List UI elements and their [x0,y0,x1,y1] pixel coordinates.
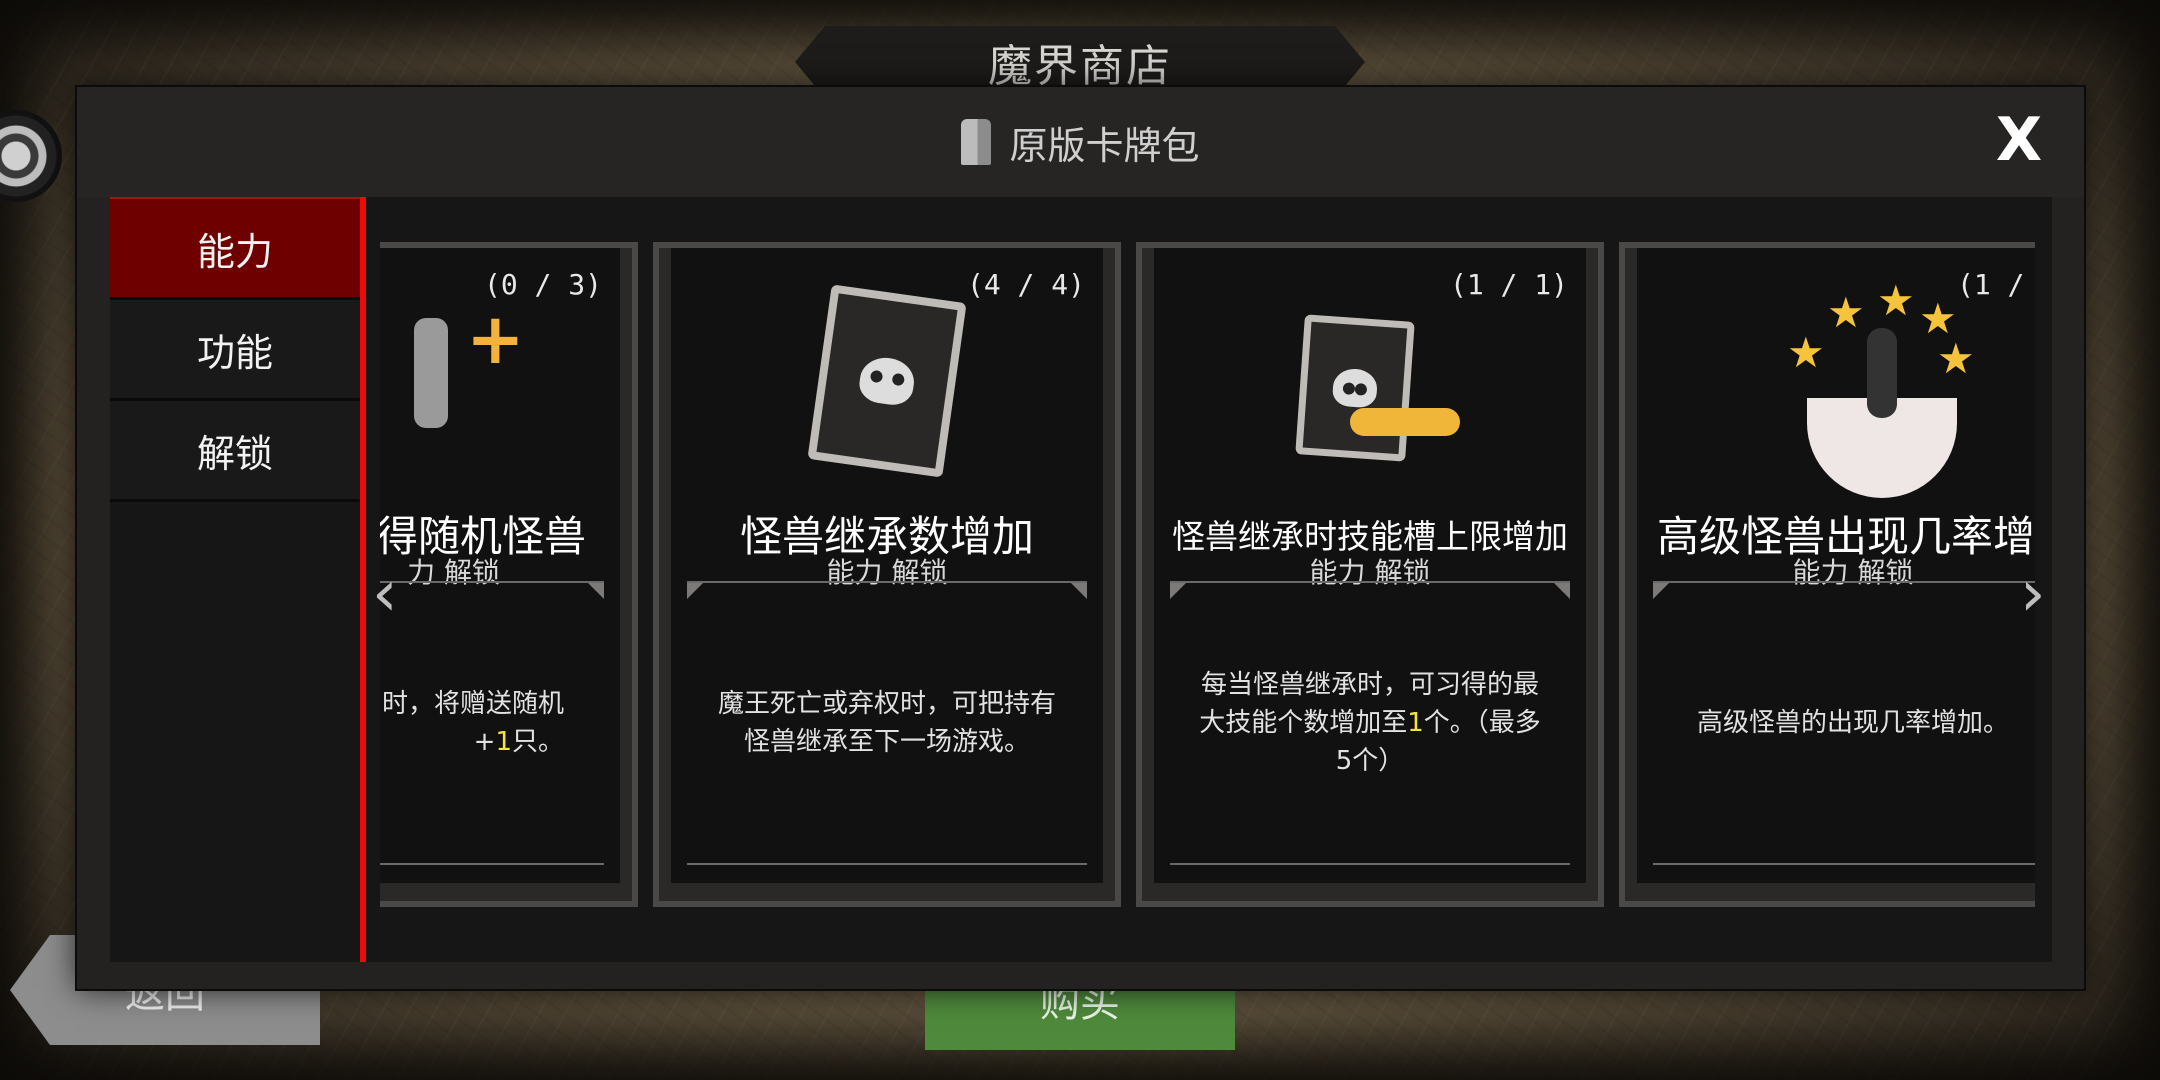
card-count: (1 / 20 [1956,268,2035,301]
monster-icon [414,318,448,428]
egg-monster-icon: ★ ★ ★ ★ ★ [1787,276,1975,498]
desc-text: 只。 [511,727,564,757]
chevron-right-icon[interactable]: › [2020,557,2046,631]
tab-function[interactable]: 功能 [110,300,360,401]
monster-icon [1867,328,1897,418]
card-count: (1 / 1) [1449,268,1568,301]
card-inner: (1 / 20 ★ ★ ★ ★ ★ 高级怪兽出现几率增加 能力 解锁 [1637,248,2035,883]
card-inner: (1 / 1) 怪兽继承时技能槽上限增加 能力 解锁 每当怪兽继承时，可习得的最… [1154,248,1586,883]
desc-highlight: 1 [1407,708,1424,738]
star-icon: ★ [1877,276,1915,325]
desc-text: 大技能个数增加至 [1199,708,1408,738]
modal-header: 原版卡牌包 [77,87,2084,197]
desc-line: 5个） [1335,746,1405,776]
chevron-left-icon[interactable]: ‹ [372,557,398,631]
tab-unlock[interactable]: 解锁 [110,401,360,502]
desc-line: 高级怪兽的出现几率增加。 [1696,708,2009,738]
desc-line: 每当怪兽继承时，可习得的最 [1200,670,1539,700]
card-description: 高级怪兽的出现几率增加。 [1653,581,2035,865]
skull-icon [857,354,917,408]
tab-ability[interactable]: 能力 [110,197,360,300]
card-pack-modal: 原版卡牌包 X 能力 功能 解锁 (0 / 3) + 得随机怪兽 力 解锁 时，… [77,87,2084,989]
modal-content: 能力 功能 解锁 (0 / 3) + 得随机怪兽 力 解锁 时，将赠送随机 +1… [110,197,2052,962]
card-description: 每当怪兽继承时，可习得的最 大技能个数增加至1个。（最多 5个） [1170,581,1570,865]
card-count: (0 / 3) [483,268,602,301]
card-scroll-icon [1280,314,1460,462]
desc-line: 怪兽继承至下一场游戏。 [743,727,1030,757]
card-count: (4 / 4) [966,268,1085,301]
pack-icon [961,119,992,165]
plus-icon: + [466,298,525,380]
skull-icon [1331,367,1379,409]
close-button[interactable]: X [1992,110,2046,170]
card-skill-slot[interactable]: (1 / 1) 怪兽继承时技能槽上限增加 能力 解锁 每当怪兽继承时，可习得的最… [1136,242,1604,907]
sidebar-separator [360,197,366,962]
card-description: 魔王死亡或弃权时，可把持有 怪兽继承至下一场游戏。 [687,581,1087,865]
card-carousel[interactable]: (0 / 3) + 得随机怪兽 力 解锁 时，将赠送随机 +1只。 (4 / 4… [380,242,2035,912]
modal-title: 原版卡牌包 [1009,123,1200,168]
card-frame-icon [807,284,967,478]
star-icon: ★ [1787,328,1825,377]
card-inner: (0 / 3) + 得随机怪兽 力 解锁 时，将赠送随机 +1只。 [380,248,620,883]
scroll-icon [1350,408,1460,436]
desc-highlight: 1 [495,727,512,757]
desc-line: 魔王死亡或弃权时，可把持有 [717,689,1056,719]
card-inherit-count[interactable]: (4 / 4) 怪兽继承数增加 能力 解锁 魔王死亡或弃权时，可把持有 怪兽继承… [653,242,1121,907]
card-high-monster-rate[interactable]: (1 / 20 ★ ★ ★ ★ ★ 高级怪兽出现几率增加 能力 解锁 [1619,242,2035,907]
card-random-monster[interactable]: (0 / 3) + 得随机怪兽 力 解锁 时，将赠送随机 +1只。 [380,242,638,907]
star-icon: ★ [1937,334,1975,383]
category-sidebar: 能力 功能 解锁 [110,197,360,962]
desc-text: 个。（最多 [1423,708,1541,738]
card-inner: (4 / 4) 怪兽继承数增加 能力 解锁 魔王死亡或弃权时，可把持有 怪兽继承… [671,248,1103,883]
desc-line: 时，将赠送随机 [381,689,564,719]
star-icon: ★ [1827,288,1865,337]
card-description: 时，将赠送随机 +1只。 [380,581,604,865]
desc-text: + [473,727,496,757]
